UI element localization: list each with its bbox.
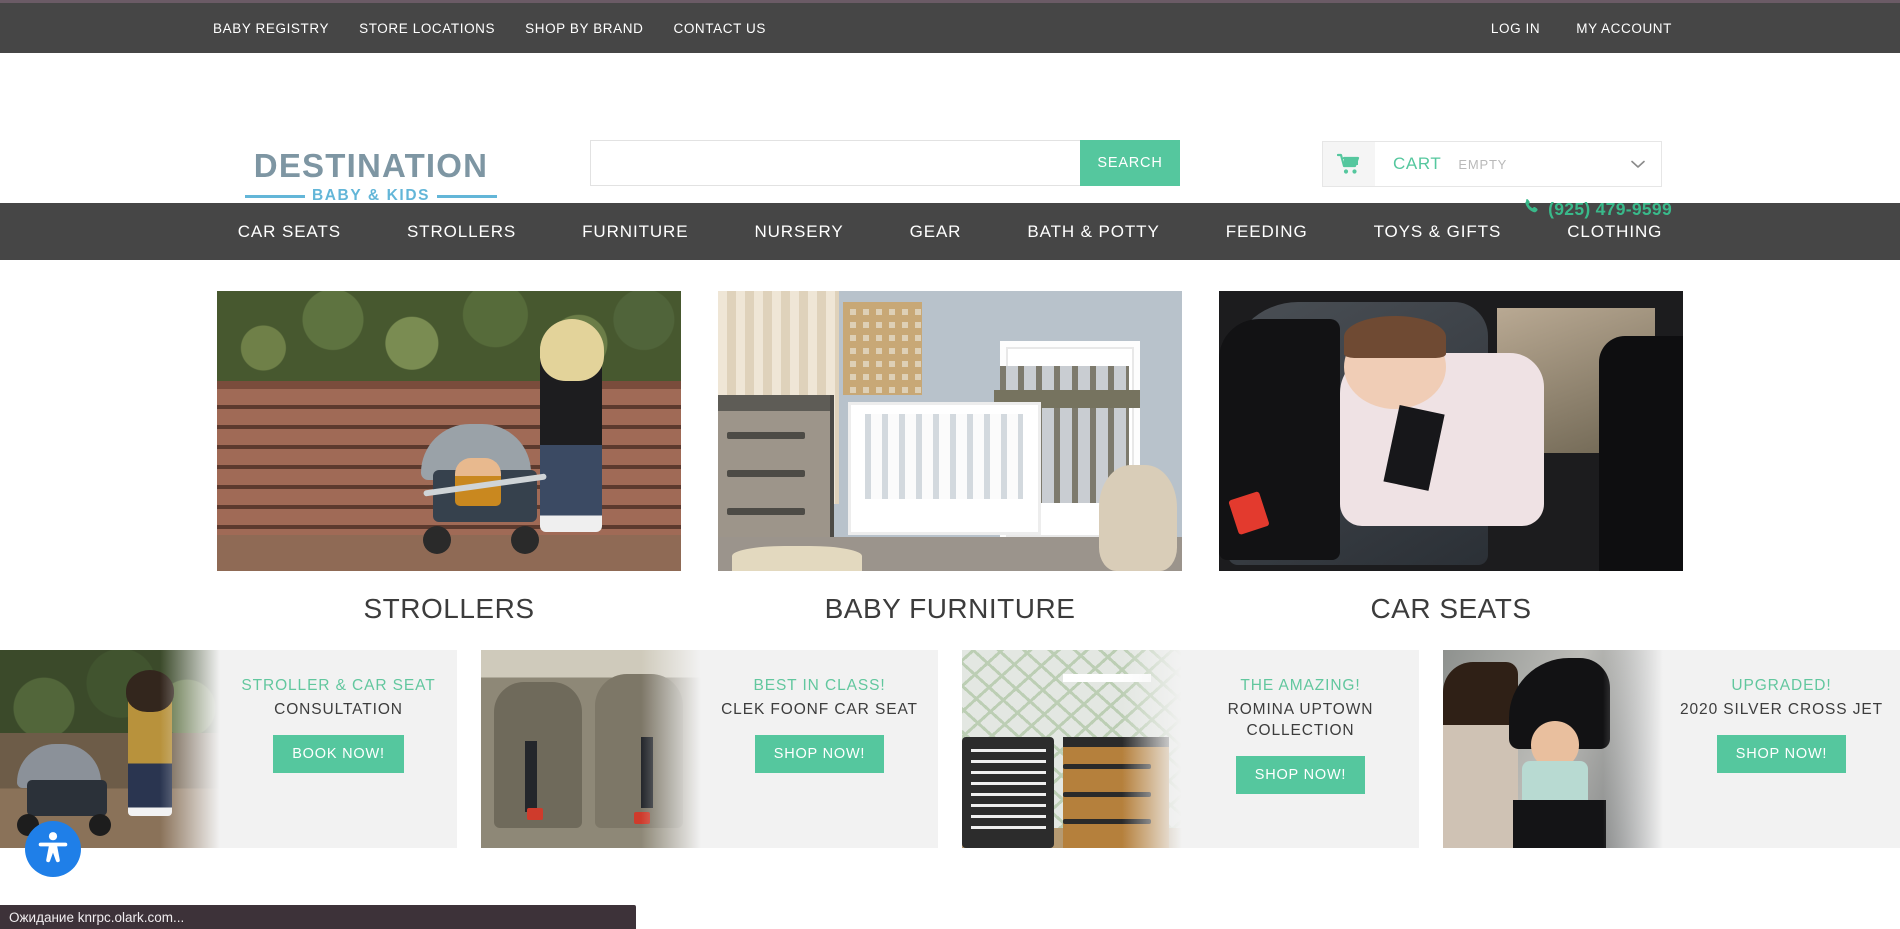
utility-link-log-in[interactable]: LOG IN — [1491, 21, 1540, 36]
nav-item-strollers[interactable]: STROLLERS — [374, 203, 549, 260]
promo-kicker-silver-cross-jet: UPGRADED! — [1731, 677, 1832, 694]
accessibility-widget-button[interactable] — [25, 821, 81, 877]
nav-item-feeding[interactable]: FEEDING — [1193, 203, 1341, 260]
store-phone[interactable]: (925) 479-9599 — [1523, 198, 1672, 220]
promo-button-shop-now-silver-cross[interactable]: SHOP NOW! — [1716, 734, 1847, 773]
phone-number-text: (925) 479-9599 — [1548, 198, 1672, 219]
chevron-down-icon[interactable] — [1631, 157, 1645, 172]
promo-button-shop-now-clek[interactable]: SHOP NOW! — [754, 734, 885, 773]
promo-kicker-clek-foonf: BEST IN CLASS! — [753, 677, 886, 694]
cart-label: CART — [1393, 154, 1442, 173]
shopping-cart-icon — [1323, 142, 1375, 186]
promo-image-consultation — [0, 650, 220, 848]
utility-link-contact-us[interactable]: CONTACT US — [673, 21, 766, 36]
promo-text-silver-cross-jet: UPGRADED! 2020 SILVER CROSS JET SHOP NOW… — [1663, 650, 1900, 848]
promo-image-silver-cross-jet — [1443, 650, 1663, 848]
promo-text-romina-uptown: THE AMAZING! ROMINA UPTOWN COLLECTION SH… — [1182, 650, 1419, 848]
utility-link-baby-registry[interactable]: BABY REGISTRY — [213, 21, 329, 36]
promo-title-consultation: CONSULTATION — [274, 700, 403, 718]
utility-nav-left: BABY REGISTRY STORE LOCATIONS SHOP BY BR… — [213, 21, 766, 36]
utility-nav-bar: BABY REGISTRY STORE LOCATIONS SHOP BY BR… — [0, 3, 1900, 53]
promo-button-book-now[interactable]: BOOK NOW! — [273, 734, 404, 773]
logo-secondary-text: BABY & KIDS — [311, 187, 431, 204]
category-tile-strollers[interactable]: STROLLERS — [217, 291, 681, 625]
site-header: DESTINATION BABY & KIDS SEARCH CART EMPT… — [0, 53, 1900, 219]
promo-card-clek-foonf[interactable]: BEST IN CLASS! CLEK FOONF CAR SEAT SHOP … — [481, 650, 938, 848]
nav-item-nursery[interactable]: NURSERY — [721, 203, 876, 260]
promo-button-shop-now-romina[interactable]: SHOP NOW! — [1235, 755, 1366, 794]
utility-link-my-account[interactable]: MY ACCOUNT — [1576, 21, 1672, 36]
utility-nav-right: LOG IN MY ACCOUNT — [1491, 21, 1672, 36]
search-button[interactable]: SEARCH — [1080, 140, 1180, 186]
category-image-car-seats — [1219, 291, 1683, 571]
search-input[interactable] — [590, 140, 1080, 186]
promo-kicker-romina-uptown: THE AMAZING! — [1240, 677, 1361, 694]
category-caption-strollers: STROLLERS — [363, 593, 535, 624]
site-logo[interactable]: DESTINATION BABY & KIDS — [245, 147, 498, 205]
search-form: SEARCH — [590, 140, 1180, 186]
cart-status-text: EMPTY — [1458, 156, 1508, 172]
logo-primary-text: DESTINATION — [253, 147, 489, 184]
promo-card-consultation[interactable]: STROLLER & CAR SEAT CONSULTATION BOOK NO… — [0, 650, 457, 848]
promo-card-romina-uptown[interactable]: THE AMAZING! ROMINA UPTOWN COLLECTION SH… — [962, 650, 1419, 848]
promo-kicker-consultation: STROLLER & CAR SEAT — [241, 677, 436, 694]
logo-secondary-row: BABY & KIDS — [245, 187, 498, 205]
logo-rule-right — [437, 194, 498, 198]
accessibility-person-icon — [38, 831, 68, 868]
nav-item-toys-and-gifts[interactable]: TOYS & GIFTS — [1341, 203, 1535, 260]
category-caption-car-seats: CAR SEATS — [1370, 593, 1532, 624]
promo-text-consultation: STROLLER & CAR SEAT CONSULTATION BOOK NO… — [220, 650, 457, 848]
promo-image-romina-uptown — [962, 650, 1182, 848]
promo-image-clek-foonf — [481, 650, 701, 848]
category-caption-baby-furniture: BABY FURNITURE — [824, 593, 1076, 624]
promo-title-romina-uptown: ROMINA UPTOWN COLLECTION — [1227, 700, 1374, 739]
promo-text-clek-foonf: BEST IN CLASS! CLEK FOONF CAR SEAT SHOP … — [701, 650, 938, 848]
promo-card-silver-cross-jet[interactable]: UPGRADED! 2020 SILVER CROSS JET SHOP NOW… — [1443, 650, 1900, 848]
promo-cards-row: STROLLER & CAR SEAT CONSULTATION BOOK NO… — [0, 650, 1900, 848]
nav-item-bath-and-potty[interactable]: BATH & POTTY — [994, 203, 1192, 260]
nav-item-car-seats[interactable]: CAR SEATS — [205, 203, 374, 260]
category-image-baby-furniture — [718, 291, 1182, 571]
logo-rule-left — [245, 194, 305, 198]
browser-status-bar: Ожидание knrpc.olark.com... — [0, 905, 636, 929]
phone-icon — [1523, 198, 1540, 220]
nav-item-gear[interactable]: GEAR — [877, 203, 995, 260]
promo-title-clek-foonf: CLEK FOONF CAR SEAT — [721, 700, 918, 718]
category-image-strollers — [217, 291, 681, 571]
cart-widget[interactable]: CART EMPTY — [1322, 141, 1662, 187]
category-tiles-row: STROLLERS BABY FURNITURE CAR SEATS — [0, 291, 1900, 625]
category-tile-baby-furniture[interactable]: BABY FURNITURE — [718, 291, 1182, 625]
utility-link-store-locations[interactable]: STORE LOCATIONS — [359, 21, 495, 36]
utility-link-shop-by-brand[interactable]: SHOP BY BRAND — [525, 21, 643, 36]
category-tile-car-seats[interactable]: CAR SEATS — [1219, 291, 1683, 625]
nav-item-furniture[interactable]: FURNITURE — [549, 203, 721, 260]
promo-title-silver-cross-jet: 2020 SILVER CROSS JET — [1680, 700, 1883, 718]
